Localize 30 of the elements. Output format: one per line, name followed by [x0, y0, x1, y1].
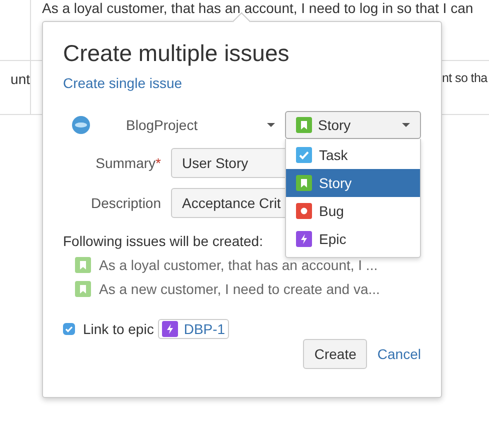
table-cell-text: unt: [10, 71, 30, 89]
field-label: Summary: [96, 155, 156, 171]
project-avatar-icon: [71, 115, 91, 135]
field-label: Description: [90, 195, 161, 211]
lightning-icon: [296, 231, 312, 247]
menu-item[interactable]: Bug: [286, 197, 420, 225]
cancel-link[interactable]: Cancel: [377, 346, 421, 362]
project-picker[interactable]: BlogProject: [63, 115, 285, 135]
menu-item[interactable]: Task: [286, 141, 420, 169]
required-mark: *: [156, 155, 161, 171]
create-single-issue-link[interactable]: Create single issue: [63, 75, 182, 91]
table-cell-text: As a loyal customer, that has an account, I need to log in so that I can: [42, 0, 474, 16]
create-button[interactable]: Create: [303, 339, 368, 369]
issue-type-select[interactable]: Story: [285, 111, 421, 139]
table-cell-text: nt so tha: [442, 71, 488, 87]
checkmark-icon: [296, 147, 312, 163]
bookmark-icon: [296, 175, 312, 191]
epic-tag[interactable]: DBP-1: [158, 319, 230, 339]
bookmark-icon: [75, 281, 91, 297]
bookmark-icon: [75, 257, 91, 273]
issue-summary: As a loyal customer, that has an account, I ...: [99, 257, 378, 273]
lightning-icon: [162, 321, 178, 337]
issues-heading: Following issues will be created:: [63, 233, 263, 249]
menu-item[interactable]: Epic: [286, 225, 420, 253]
bookmark-icon: [296, 117, 312, 133]
dialog-title: Create multiple issues: [63, 39, 290, 67]
checkbox-label: Link to epic: [83, 321, 154, 337]
menu-item[interactable]: Story: [286, 169, 420, 197]
issue-summary: As a new customer, I need to create and va...: [99, 281, 380, 297]
checkbox[interactable]: [63, 323, 75, 335]
